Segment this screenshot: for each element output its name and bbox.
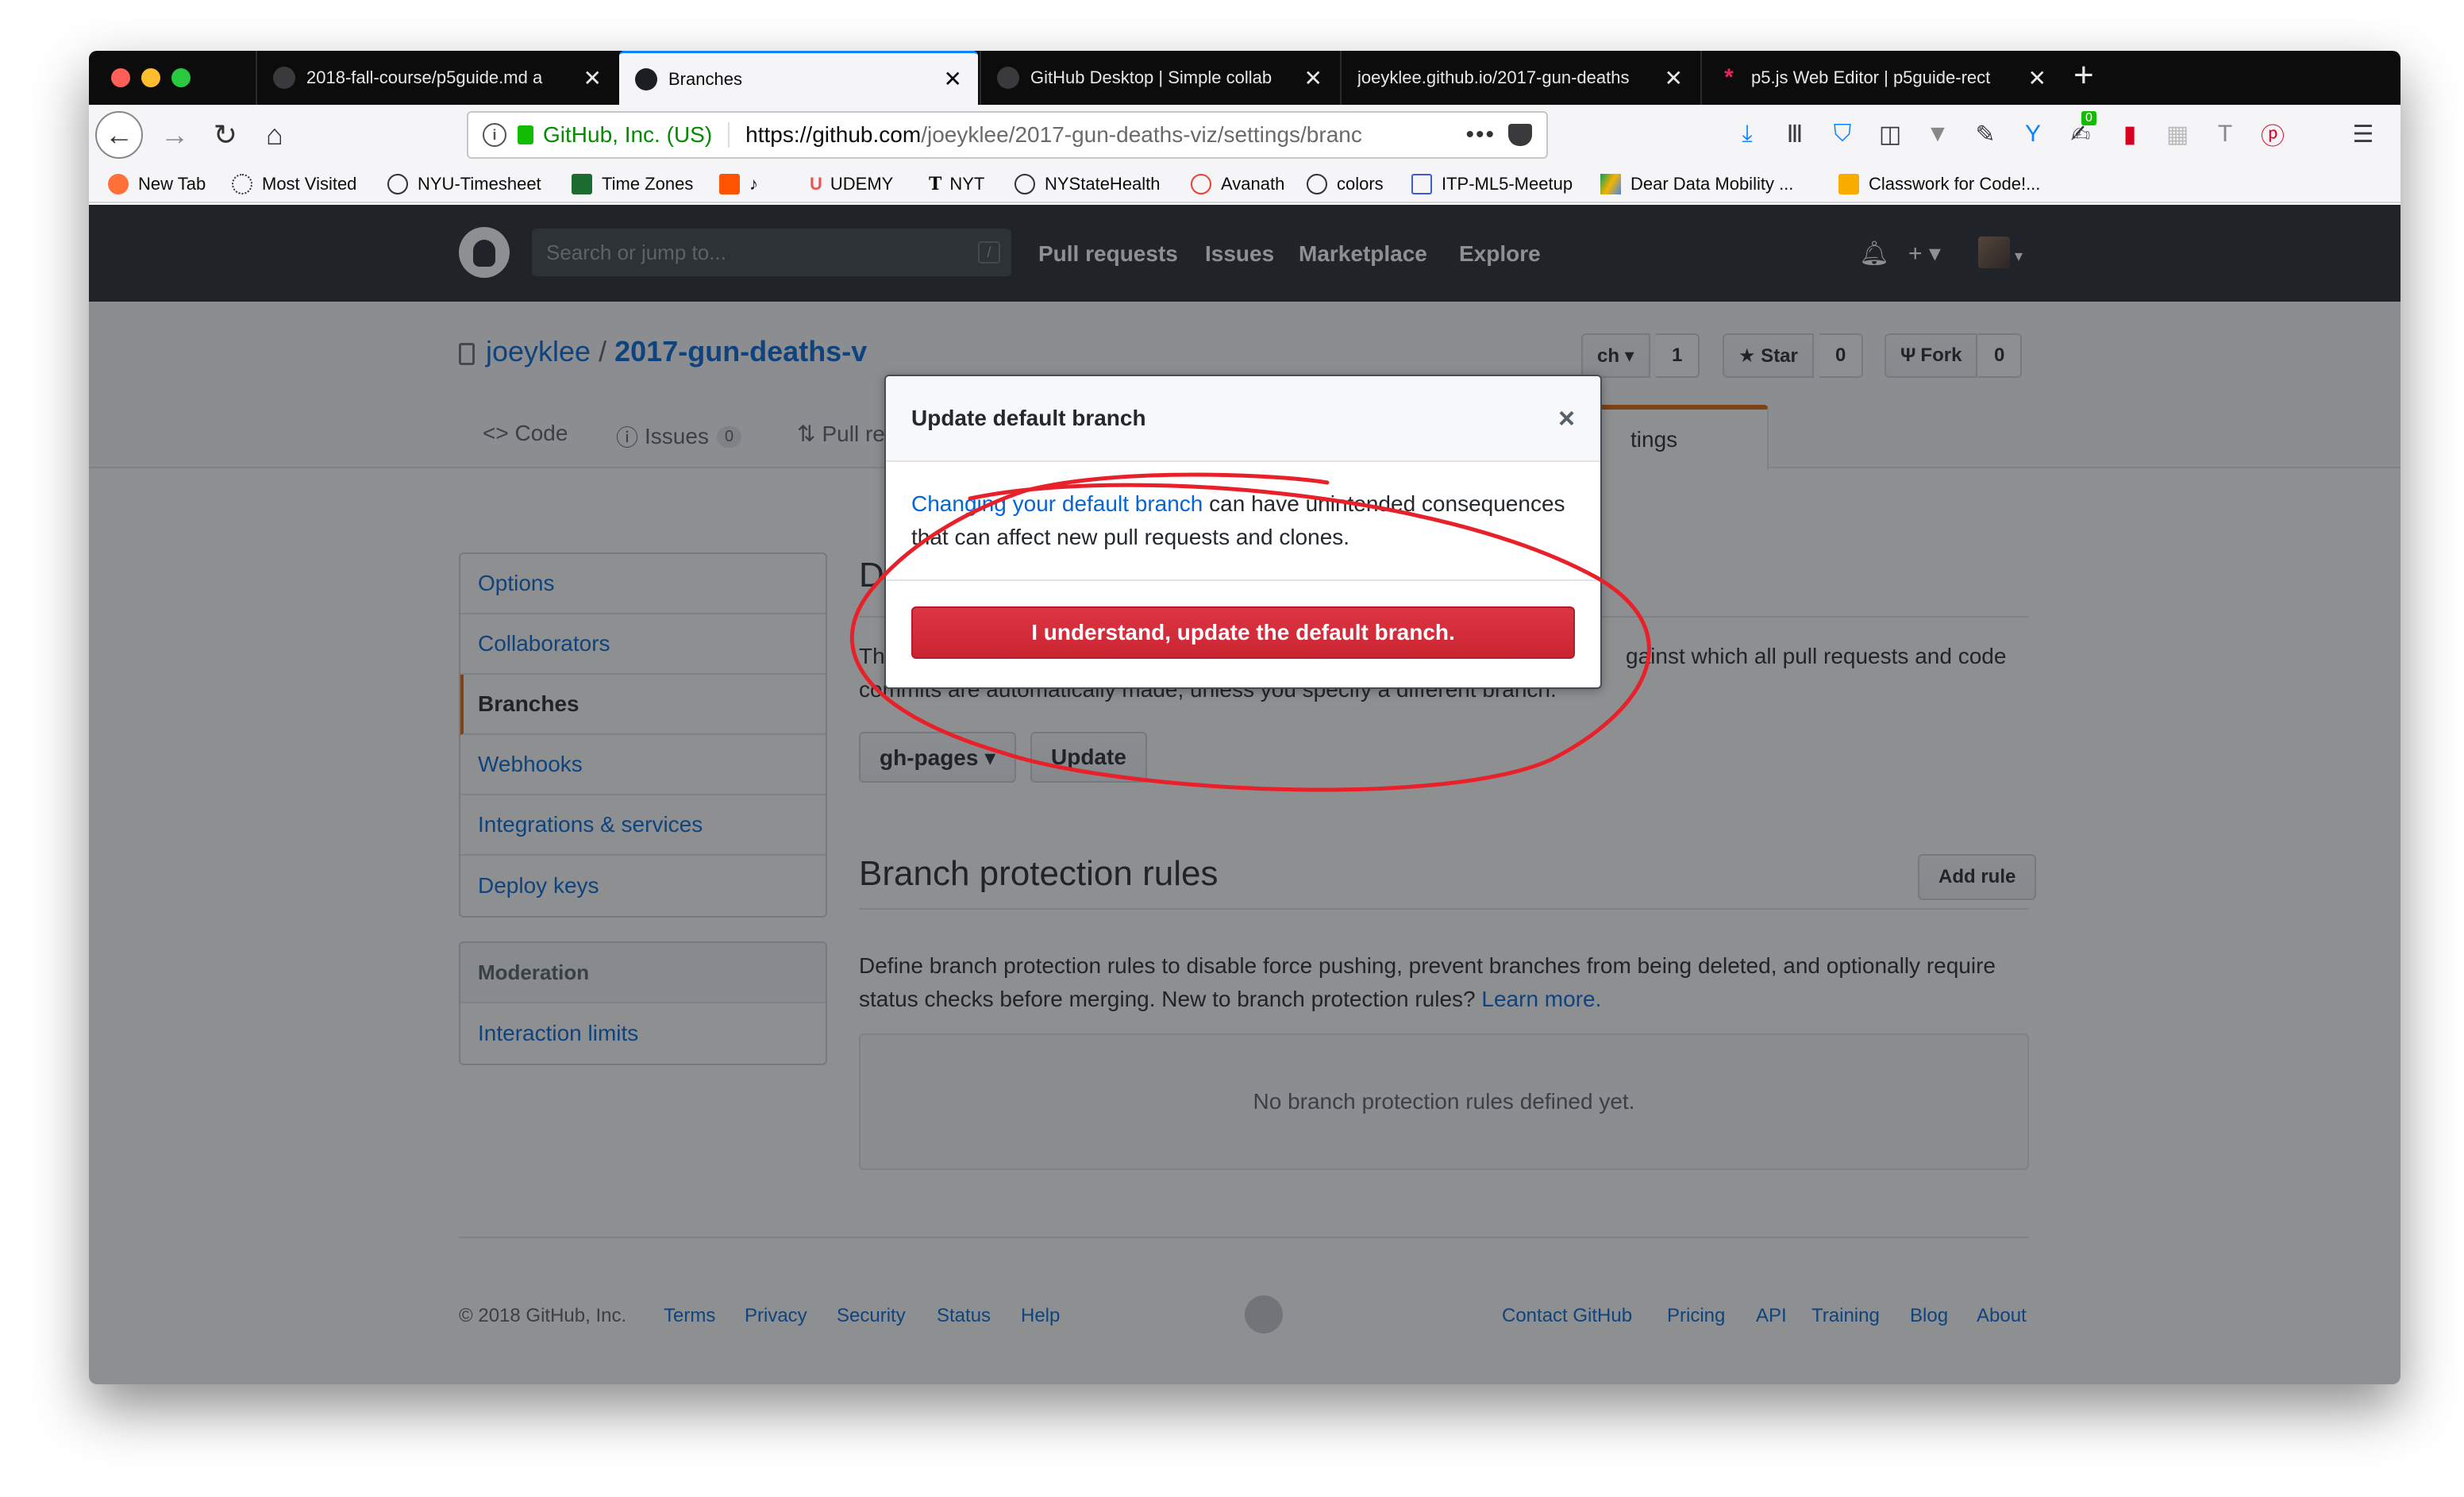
home-icon: ⌂ xyxy=(266,118,283,151)
address-bar[interactable]: i GitHub, Inc. (US) https://github.com/j… xyxy=(467,111,1548,159)
forward-button[interactable]: → xyxy=(151,111,198,159)
tab-title: 2018-fall-course/p5guide.md a xyxy=(306,67,543,87)
new-tab-button[interactable]: + xyxy=(2073,56,2094,95)
extension-red-icon[interactable]: ▮ xyxy=(2115,119,2145,149)
chrome-icon xyxy=(1191,174,1211,194)
soundcloud-icon xyxy=(719,174,740,194)
bookmark-label: Avanath xyxy=(1221,174,1285,194)
clock-icon xyxy=(572,174,592,194)
nyt-icon: T xyxy=(929,174,942,194)
lock-icon xyxy=(518,125,533,144)
bookmark-item[interactable]: colors xyxy=(1307,165,1384,203)
gear-icon xyxy=(232,174,252,194)
menu-icon[interactable]: ☰ xyxy=(2348,119,2378,149)
meetup-icon xyxy=(1411,174,1432,194)
github-icon xyxy=(273,67,295,89)
close-icon[interactable]: ✕ xyxy=(1304,65,1322,91)
extension-v-icon[interactable]: ▼ xyxy=(1923,119,1953,149)
close-window-button[interactable] xyxy=(111,68,130,87)
music-note-icon: ♪ xyxy=(749,174,758,194)
close-icon[interactable]: ✕ xyxy=(2028,65,2046,91)
globe-icon xyxy=(1307,174,1327,194)
bookmark-label: NYU-Timesheet xyxy=(418,174,541,194)
arrow-left-icon: ← xyxy=(105,118,133,151)
bookmark-item[interactable]: Time Zones xyxy=(572,165,693,203)
globe-icon xyxy=(387,174,408,194)
github-icon xyxy=(997,67,1019,89)
back-button[interactable]: ← xyxy=(95,111,143,159)
firefox-icon xyxy=(108,174,129,194)
bookmark-item[interactable]: U UDEMY xyxy=(810,165,893,203)
bookmark-item[interactable]: Most Visited xyxy=(232,165,356,203)
browser-tab-branches[interactable]: Branches ✕ xyxy=(619,51,978,105)
eyedropper-icon[interactable]: ✎ xyxy=(1970,119,2000,149)
bookmark-item[interactable]: NYStateHealth xyxy=(1014,165,1161,203)
bookmark-item[interactable]: Avanath xyxy=(1191,165,1284,203)
bookmark-item[interactable]: Classwork for Code!... xyxy=(1838,165,2040,203)
bookmark-label: NYT xyxy=(949,174,985,194)
reload-icon: ↻ xyxy=(213,118,238,151)
info-icon[interactable]: i xyxy=(483,123,506,147)
download-icon[interactable]: ⤓ xyxy=(1732,119,1762,149)
github-icon xyxy=(635,67,657,90)
library-icon[interactable]: Ⅲ xyxy=(1780,119,1810,149)
tab-title: p5.js Web Editor | p5guide-rect xyxy=(1751,67,1991,87)
navigation-bar: ← → ↻ ⌂ i GitHub, Inc. (US) https://gith… xyxy=(89,105,2400,165)
url-path: /joeyklee/2017-gun-deaths-viz/settings/b… xyxy=(921,122,1362,147)
badge-count: 0 xyxy=(2081,111,2096,125)
drive-icon xyxy=(1600,174,1621,194)
p5js-icon: * xyxy=(1724,64,1734,90)
bookmark-item[interactable]: Dear Data Mobility ... xyxy=(1600,165,1793,203)
url-text[interactable]: https://github.com/joeyklee/2017-gun-dea… xyxy=(745,122,1465,148)
tab-bar: 2018-fall-course/p5guide.md a ✕ Branches… xyxy=(89,51,2400,105)
classroom-icon xyxy=(1838,174,1859,194)
bookmark-item[interactable]: NYU-Timesheet xyxy=(387,165,541,203)
close-icon[interactable]: ✕ xyxy=(583,65,602,91)
tab-title: GitHub Desktop | Simple collab xyxy=(1030,67,1272,87)
bookmark-label: New Tab xyxy=(138,174,206,194)
udemy-icon: U xyxy=(810,174,822,194)
minimize-window-button[interactable] xyxy=(141,68,160,87)
web-page: Search or jump to... / Pull requests Iss… xyxy=(89,205,2400,1384)
bookmark-label: Time Zones xyxy=(602,174,694,194)
sidebar-icon[interactable]: ◫ xyxy=(1875,119,1905,149)
tab-title: joeyklee.github.io/2017-gun-deaths xyxy=(1357,67,1630,87)
bookmark-label: Classwork for Code!... xyxy=(1869,174,2041,194)
bookmark-label: colors xyxy=(1337,174,1384,194)
home-button[interactable]: ⌂ xyxy=(251,111,298,159)
bookmark-item[interactable]: ITP-ML5-Meetup xyxy=(1411,165,1573,203)
shield-icon[interactable]: ⛉ xyxy=(1827,119,1858,149)
extension-y-icon[interactable]: Y xyxy=(2018,119,2048,149)
close-icon[interactable]: ✕ xyxy=(944,66,962,92)
url-host: https://github.com xyxy=(745,122,922,147)
browser-tab-gun-deaths[interactable]: joeyklee.github.io/2017-gun-deaths ✕ xyxy=(1340,51,1699,105)
tab-title: Branches xyxy=(668,68,742,89)
extension-grid-icon[interactable]: ▦ xyxy=(2162,119,2193,149)
pocket-icon[interactable] xyxy=(1508,124,1532,146)
browser-tab-p5js-editor[interactable]: * p5.js Web Editor | p5guide-rect ✕ xyxy=(1700,51,2062,105)
bookmark-label: ITP-ML5-Meetup xyxy=(1442,174,1573,194)
browser-window: 2018-fall-course/p5guide.md a ✕ Branches… xyxy=(89,51,2400,1384)
red-annotation-circle xyxy=(850,472,1651,792)
reload-button[interactable]: ↻ xyxy=(202,111,249,159)
browser-tab-p5guide[interactable]: 2018-fall-course/p5guide.md a ✕ xyxy=(256,51,618,105)
bookmark-item[interactable]: ♪ xyxy=(719,165,758,203)
extension-t-icon[interactable]: T xyxy=(2210,119,2240,149)
bookmark-item[interactable]: T NYT xyxy=(929,165,984,203)
pinterest-icon[interactable]: ⓟ xyxy=(2258,119,2288,150)
globe-icon xyxy=(1014,174,1035,194)
maximize-window-button[interactable] xyxy=(171,68,191,87)
bookmark-label: UDEMY xyxy=(830,174,894,194)
extension-badge-icon[interactable]: ✍ 0 xyxy=(2066,111,2096,149)
bookmark-label: Dear Data Mobility ... xyxy=(1630,174,1794,194)
bookmark-label: NYStateHealth xyxy=(1045,174,1161,194)
browser-tab-github-desktop[interactable]: GitHub Desktop | Simple collab ✕ xyxy=(980,51,1338,105)
bookmark-label: Most Visited xyxy=(262,174,357,194)
bookmark-item[interactable]: New Tab xyxy=(108,165,206,203)
url-company: GitHub, Inc. (US) xyxy=(543,122,730,148)
page-actions-button[interactable]: ••• xyxy=(1465,121,1496,148)
arrow-right-icon: → xyxy=(160,118,189,151)
bookmarks-bar: New Tab Most Visited NYU-Timesheet Time … xyxy=(89,165,2400,203)
close-icon[interactable]: ✕ xyxy=(1665,65,1683,91)
